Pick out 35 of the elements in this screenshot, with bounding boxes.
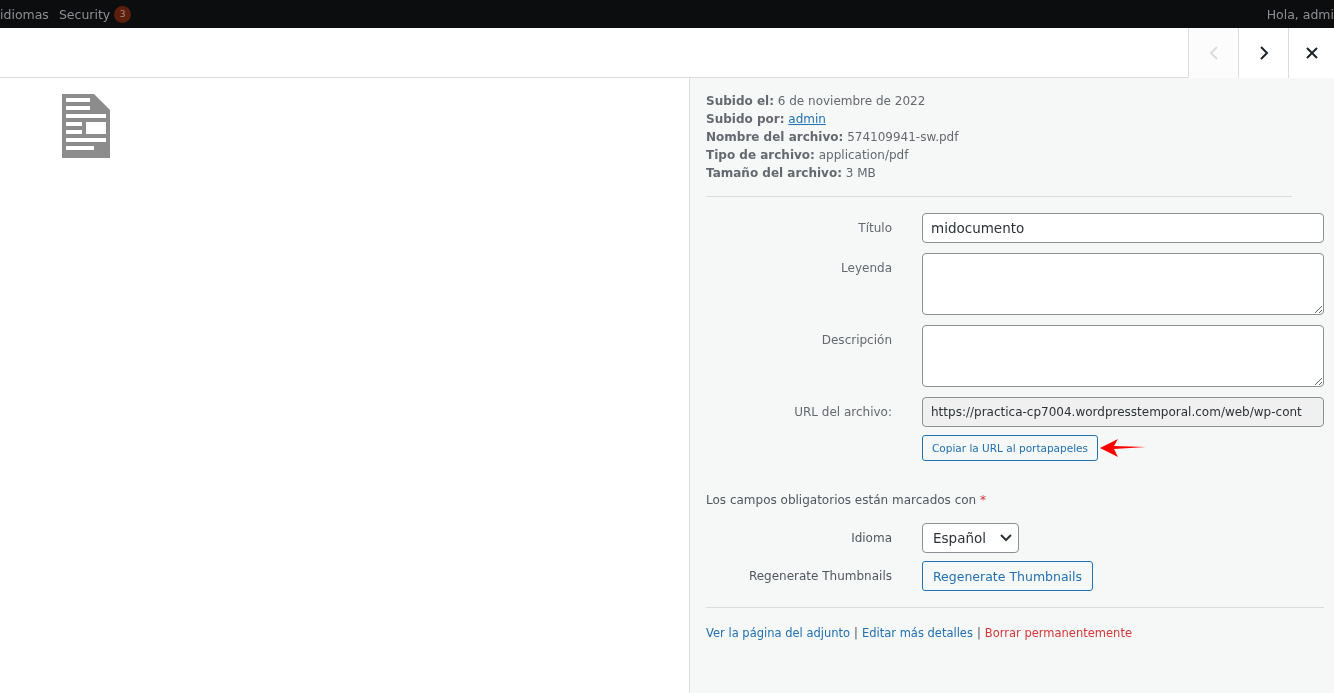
setting-label: Idioma	[851, 531, 892, 545]
admin-bar-link[interactable]: idiomas	[0, 6, 49, 22]
author-link[interactable]: admin	[788, 112, 826, 126]
close-icon	[1305, 47, 1318, 59]
chevron-down-icon	[1000, 534, 1012, 542]
copy-url-button[interactable]: Copiar la URL al portapapeles	[922, 435, 1098, 461]
language-select[interactable]: Español	[922, 523, 1019, 553]
field-label: URL del archivo:	[793, 404, 892, 419]
admin-bar-link[interactable]: Security	[58, 6, 111, 22]
file-detail: Subido el: 6 de noviembre de 2022	[706, 93, 927, 110]
setting-label: Regenerate Thumbnails	[748, 569, 892, 583]
field-label: Título	[857, 220, 892, 235]
file-detail: Tamaño del archivo: 3 MB	[706, 165, 877, 182]
account-greeting[interactable]: Hola, admi	[1266, 6, 1334, 22]
regenerate-button[interactable]: Regenerate Thumbnails	[922, 561, 1094, 591]
action-link[interactable]: Ver la página del adjunto	[706, 626, 851, 640]
action-link[interactable]: Editar más detalles	[861, 626, 973, 640]
field-label: Descripción	[820, 332, 892, 347]
required-note: Los campos obligatorios están marcados con *	[706, 493, 988, 507]
document-icon	[62, 94, 110, 158]
action-link[interactable]: Borrar permanentemente	[984, 626, 1132, 640]
chevron-left-icon	[1208, 45, 1219, 61]
text-area[interactable]	[922, 253, 1324, 315]
file-detail: Subido por: admin	[706, 111, 827, 128]
url-field[interactable]: https://practica-cp7004.wordpresstemporal.com/web/wp-cont	[922, 397, 1324, 427]
title-input[interactable]: midocumento	[922, 213, 1324, 243]
text-area[interactable]	[922, 325, 1324, 387]
count-badge: 3	[114, 5, 132, 23]
file-detail: Nombre del archivo: 574109941-sw.pdf	[706, 129, 960, 146]
separator-text: |	[854, 626, 858, 640]
close-button[interactable]	[1288, 28, 1334, 78]
chevron-right-icon	[1258, 45, 1269, 61]
file-detail: Tipo de archivo: application/pdf	[706, 147, 910, 164]
field-label: Leyenda	[840, 260, 892, 275]
separator-text: |	[976, 626, 981, 640]
